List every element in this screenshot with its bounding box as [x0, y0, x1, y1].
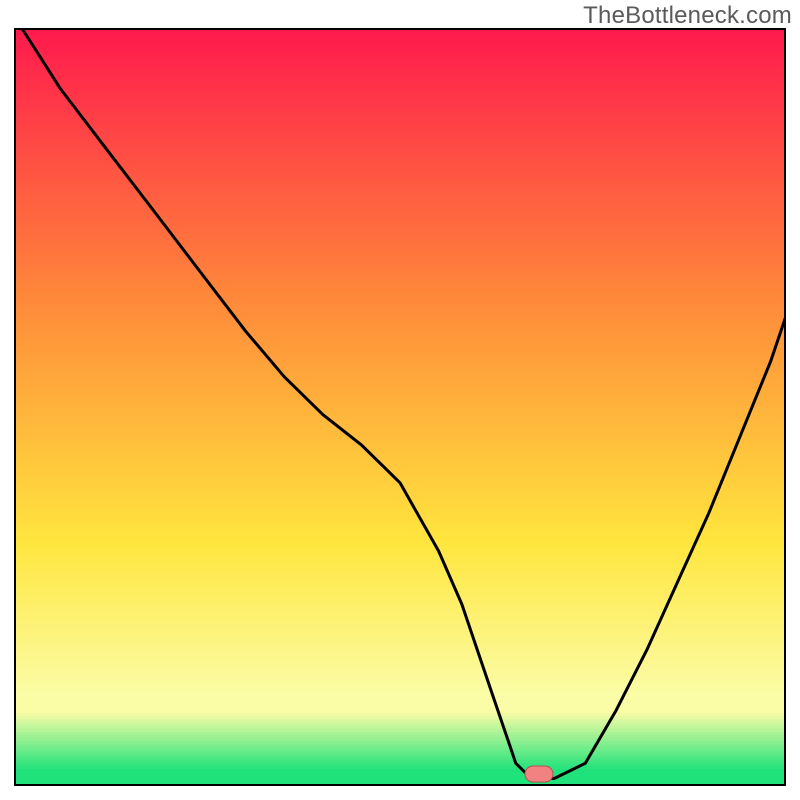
- chart-plot: [14, 28, 786, 786]
- chart-svg: [14, 28, 786, 786]
- optimum-marker: [525, 766, 553, 782]
- chart-frame: TheBottleneck.com: [0, 0, 800, 800]
- gradient-background: [14, 28, 786, 786]
- watermark-text: TheBottleneck.com: [583, 2, 792, 30]
